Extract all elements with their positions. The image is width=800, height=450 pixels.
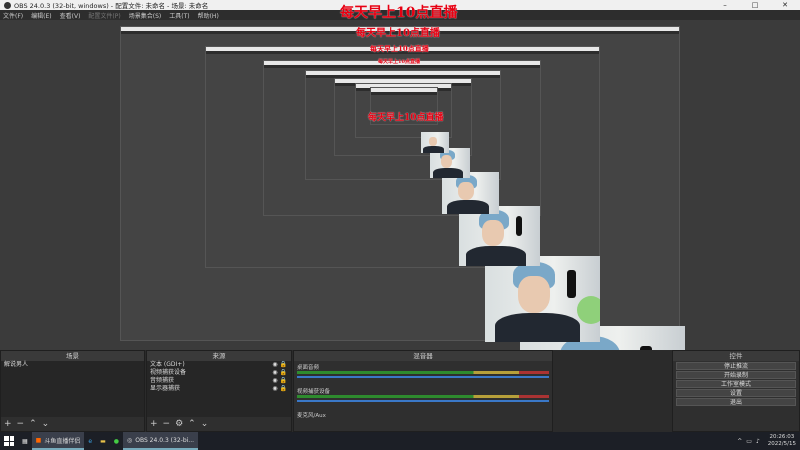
move-up-icon[interactable]: ⌃ <box>188 417 196 431</box>
mixer-track: 麦克风/Aux <box>297 413 326 419</box>
sources-panel: 来源 文本 (GDI+) ◉ 🔒 视频捕获设备 ◉ 🔒 音频捕获 ◉ 🔒 显示器捕获 ◉… <box>146 350 292 432</box>
taskbar-app-obs[interactable]: ◎ OBS 24.0.3 (32-bi... <box>122 432 199 450</box>
taskbar-icon[interactable]: ▦ <box>18 432 32 450</box>
exit-button[interactable]: 退出 <box>676 398 796 406</box>
mixer-track: 视频捕获设备 <box>297 387 549 407</box>
volume-meter <box>297 395 549 398</box>
mixer-panel-title: 混音器 <box>294 351 552 361</box>
folder-icon: ▬ <box>100 437 106 445</box>
app-icon: ● <box>113 437 119 445</box>
source-item[interactable]: 音频捕获 ◉ 🔒 <box>147 377 291 385</box>
taskbar-green-app[interactable]: ● <box>110 432 123 450</box>
eye-lock-icon[interactable]: ◉ 🔒 <box>272 369 287 377</box>
volume-slider[interactable] <box>297 376 549 378</box>
app-grid-icon: ▦ <box>22 437 28 445</box>
volume-icon[interactable]: ♪ <box>756 438 760 445</box>
windows-logo-icon <box>4 436 14 446</box>
volume-slider[interactable] <box>297 400 549 402</box>
add-icon[interactable]: + <box>150 417 158 431</box>
menu-profile[interactable]: 配置文件(P) <box>88 11 120 20</box>
mixer-track: 桌面音频 <box>297 363 549 383</box>
eye-lock-icon[interactable]: ◉ 🔒 <box>272 385 287 393</box>
stop-streaming-button[interactable]: 停止推流 <box>676 362 796 370</box>
taskbar-clock[interactable]: 20:26:03 2022/5/15 <box>768 434 796 448</box>
overlay-live-text-5: 每天早上10点直播 <box>368 113 444 123</box>
preview-canvas[interactable]: 每天早上10点直播 每天早上10点直播 每天早上10点直播 每天早上10点直播 … <box>0 5 800 450</box>
overlay-live-text-3: 每天早上10点直播 <box>370 44 429 53</box>
overlay-live-text-2: 每天早上10点直播 <box>356 28 440 39</box>
controls-panel-title: 控件 <box>673 351 799 361</box>
move-down-icon[interactable]: ⌄ <box>201 417 209 431</box>
scenes-panel: 场景 解说男人 + − ⌃ ⌄ <box>0 350 145 432</box>
source-item[interactable]: 文本 (GDI+) ◉ 🔒 <box>147 361 291 369</box>
menu-help[interactable]: 帮助(H) <box>198 11 219 20</box>
menu-tools[interactable]: 工具(T) <box>169 11 189 20</box>
close-icon[interactable]: ✕ <box>770 0 800 10</box>
dock-area: 场景 解说男人 + − ⌃ ⌄ 来源 文本 (GDI+) ◉ 🔒 视频捕获设备 ◉ … <box>0 350 800 432</box>
source-item[interactable]: 视频捕获设备 ◉ 🔒 <box>147 369 291 377</box>
douyu-icon: ■ <box>35 436 42 444</box>
menu-file[interactable]: 文件(F) <box>3 11 23 20</box>
chevron-up-icon[interactable]: ^ <box>737 438 742 445</box>
menu-scene-collection[interactable]: 场景集合(S) <box>129 11 162 20</box>
scenes-panel-title: 场景 <box>1 351 144 361</box>
system-tray: ^ ▭ ♪ 20:26:03 2022/5/15 <box>737 432 796 450</box>
controls-panel: 控件 停止推流 开始录制 工作室模式 设置 退出 <box>672 350 800 432</box>
studio-mode-button[interactable]: 工作室模式 <box>676 380 796 388</box>
gear-icon[interactable]: ⚙ <box>175 417 183 431</box>
edge-icon: e <box>88 437 93 445</box>
windows-taskbar: ▦ ■ 斗鱼直播伴侣 e ▬ ● ◎ OBS 24.0.3 (32-bi... ^ … <box>0 432 800 450</box>
volume-meter <box>297 371 549 374</box>
add-icon[interactable]: + <box>4 417 12 431</box>
move-down-icon[interactable]: ⌄ <box>42 417 50 431</box>
obs-icon: ◎ <box>126 436 133 444</box>
source-item[interactable]: 显示器捕获 ◉ 🔒 <box>147 385 291 393</box>
eye-lock-icon[interactable]: ◉ 🔒 <box>272 361 287 369</box>
sources-toolbar: + − ⚙ ⌃ ⌄ <box>147 417 291 431</box>
sources-list: 文本 (GDI+) ◉ 🔒 视频捕获设备 ◉ 🔒 音频捕获 ◉ 🔒 显示器捕获 ◉ 🔒 <box>147 361 291 417</box>
menu-view[interactable]: 查看(V) <box>60 11 81 20</box>
sources-panel-title: 来源 <box>147 351 291 361</box>
scene-item[interactable]: 解说男人 <box>1 361 144 369</box>
overlay-live-text-4: 每天早上10点直播 <box>378 59 420 65</box>
taskbar-app-douyu[interactable]: ■ 斗鱼直播伴侣 <box>31 432 85 450</box>
taskbar-edge[interactable]: e <box>84 432 96 450</box>
menu-edit[interactable]: 编辑(E) <box>31 11 51 20</box>
remove-icon[interactable]: − <box>163 417 171 431</box>
taskbar-explorer[interactable]: ▬ <box>96 432 110 450</box>
maximize-icon[interactable]: □ <box>740 0 770 10</box>
scenes-list: 解说男人 <box>1 361 144 417</box>
eye-lock-icon[interactable]: ◉ 🔒 <box>272 377 287 385</box>
window-controls: – □ ✕ <box>710 0 800 10</box>
settings-button[interactable]: 设置 <box>676 389 796 397</box>
network-icon[interactable]: ▭ <box>746 438 752 445</box>
obs-app-icon <box>4 1 11 9</box>
move-up-icon[interactable]: ⌃ <box>29 417 37 431</box>
webcam-feed-3 <box>459 206 540 266</box>
webcam-feed-4 <box>442 172 499 214</box>
mixer-panel: 混音器 桌面音频 视频捕获设备 麦克风/Aux <box>293 350 553 432</box>
remove-icon[interactable]: − <box>17 417 25 431</box>
start-recording-button[interactable]: 开始录制 <box>676 371 796 379</box>
webcam-feed-2 <box>485 256 600 342</box>
overlay-live-text: 每天早上10点直播 <box>340 5 458 21</box>
start-button[interactable] <box>0 432 18 450</box>
webcam-feed-6 <box>421 132 449 153</box>
window-title: OBS 24.0.3 (32-bit, windows) - 配置文件: 未命名… <box>14 2 209 10</box>
scenes-toolbar: + − ⌃ ⌄ <box>1 417 144 431</box>
minimize-icon[interactable]: – <box>710 0 740 10</box>
